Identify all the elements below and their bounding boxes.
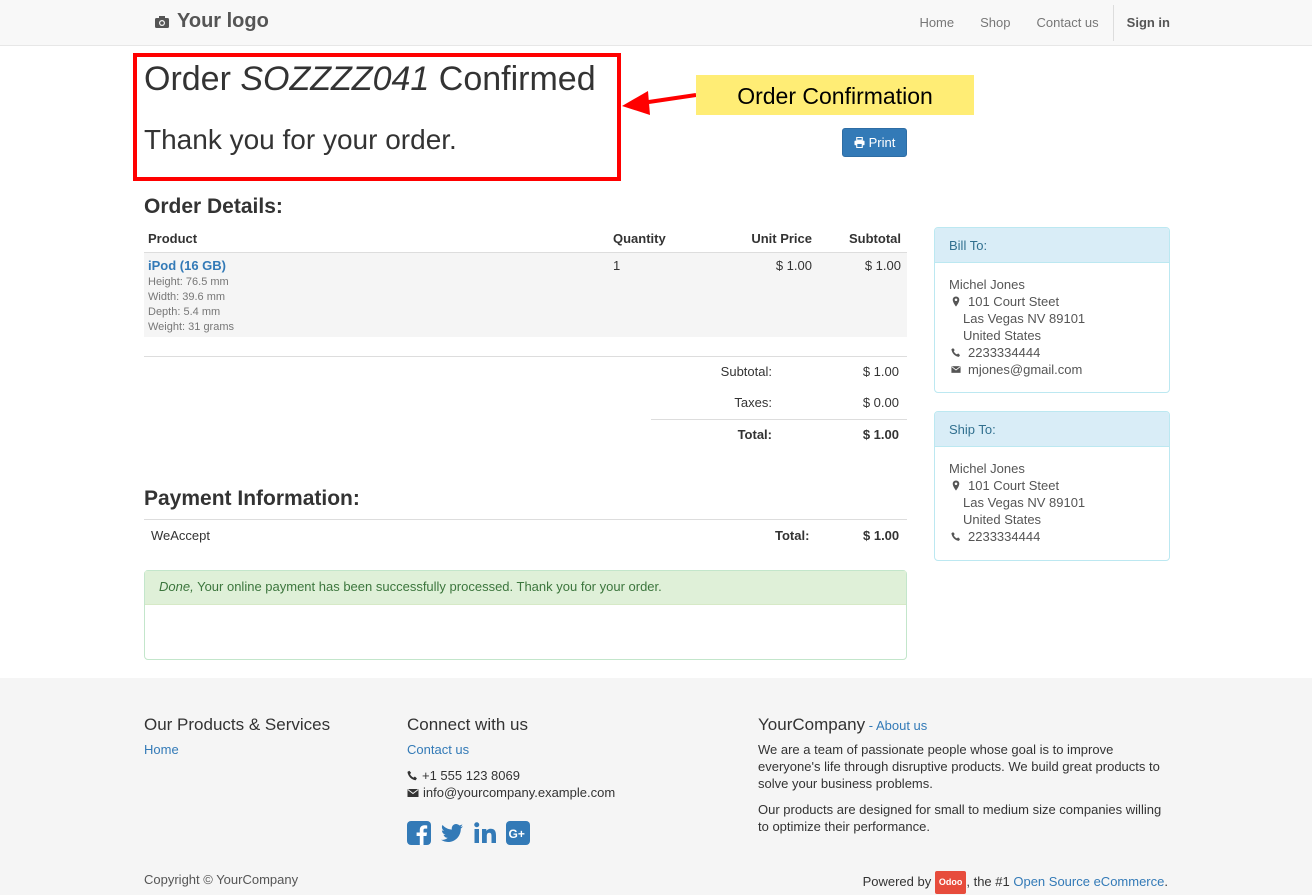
bill-to-street: 101 Court Steet: [968, 294, 1060, 309]
bill-to-email: mjones@gmail.com: [968, 362, 1083, 377]
payment-total-value: $ 1.00: [863, 528, 900, 543]
phone-icon: [949, 531, 963, 542]
print-label: Print: [868, 135, 896, 150]
footer-connect-heading: Connect with us: [407, 715, 528, 734]
bill-to-city: Las Vegas NV 89101: [963, 311, 1086, 326]
nav-menu: Home Shop Contact us Sign in: [906, 0, 1170, 45]
table-row: iPod (16 GB) Height: 76.5 mm Width: 39.6…: [144, 253, 907, 337]
print-button[interactable]: Print: [842, 128, 907, 157]
taxes-value: $ 0.00: [862, 395, 899, 410]
product-attribute: Width: 39.6 mm: [148, 291, 226, 303]
totals-divider: [144, 356, 907, 357]
bill-to-panel: Bill To: Michel Jones 101 Court Steet La…: [934, 227, 1170, 393]
envelope-icon: [407, 788, 419, 797]
annotation-arrow-icon: [622, 91, 697, 115]
camera-icon: [155, 15, 169, 28]
total-label: Total:: [737, 427, 772, 442]
order-table: Product Quantity Unit Price Subtotal iPo…: [144, 227, 907, 447]
nav-shop-link[interactable]: Shop: [967, 0, 1023, 45]
footer-about-separator: -: [865, 718, 876, 733]
linkedin-icon[interactable]: [473, 821, 497, 845]
ship-to-phone: 2233334444: [968, 529, 1041, 544]
phone-icon: [407, 770, 417, 781]
bill-to-phone: 2233334444: [968, 345, 1041, 360]
col-header-unit-price: Unit Price: [751, 231, 812, 246]
order-details-heading: Order Details:: [144, 195, 283, 218]
bill-to-heading: Bill To:: [935, 228, 1169, 263]
footer-home-link[interactable]: Home: [144, 741, 179, 758]
footer-company-desc-2: Our products are designed for small to m…: [758, 802, 1162, 834]
payment-method: WeAccept: [151, 528, 211, 543]
sign-in-link[interactable]: Sign in: [1114, 0, 1170, 45]
ship-to-heading: Ship To:: [935, 412, 1169, 447]
facebook-icon[interactable]: [407, 821, 431, 845]
payment-status-message: Done, Your online payment has been succe…: [145, 571, 906, 605]
col-header-product: Product: [148, 231, 198, 246]
map-marker-icon: [949, 296, 963, 307]
footer-company-name: YourCompany: [758, 715, 866, 734]
footer-products-heading: Our Products & Services: [144, 715, 331, 734]
open-source-ecommerce-link[interactable]: Open Source eCommerce: [1013, 874, 1164, 889]
payment-success-alert: Done, Your online payment has been succe…: [144, 570, 907, 660]
twitter-icon[interactable]: [440, 821, 464, 845]
product-attribute: Depth: 5.4 mm: [148, 306, 221, 318]
product-link[interactable]: iPod (16 GB): [148, 258, 226, 273]
nav-home-link[interactable]: Home: [906, 0, 967, 45]
footer-company-heading: YourCompany - About us: [758, 715, 927, 735]
bill-to-name: Michel Jones: [949, 277, 1025, 292]
social-links: G+: [407, 821, 530, 845]
subtotal-label: Subtotal:: [720, 364, 772, 379]
annotation-highlight-box: [133, 53, 621, 181]
footer-company-desc-1: We are a team of passionate people whose…: [758, 742, 1160, 791]
bill-to-address: Michel Jones 101 Court Steet Las Vegas N…: [935, 263, 1169, 391]
total-divider: [651, 419, 907, 420]
bill-to-country: United States: [963, 328, 1042, 343]
powered-end-text: .: [1164, 873, 1168, 889]
product-attribute: Weight: 31 grams: [148, 321, 235, 333]
printer-icon: [854, 137, 865, 148]
footer-copyright: Copyright © YourCompany: [144, 872, 299, 887]
payment-info-heading: Payment Information:: [144, 487, 360, 510]
ship-to-panel: Ship To: Michel Jones 101 Court Steet La…: [934, 411, 1170, 561]
product-subtotal: $ 1.00: [864, 258, 901, 273]
ship-to-country: United States: [963, 512, 1042, 527]
status-text: Your online payment has been successfull…: [197, 579, 662, 594]
product-unit-price: $ 1.00: [775, 258, 812, 273]
payment-total-label: Total:: [775, 528, 810, 543]
annotation-label: Order Confirmation: [696, 75, 974, 115]
site-logo[interactable]: Your logo: [153, 10, 269, 33]
footer-phone-text: +1 555 123 8069: [422, 768, 520, 783]
taxes-label: Taxes:: [734, 395, 772, 410]
odoo-logo[interactable]: Odoo: [934, 871, 967, 894]
product-attribute: Height: 76.5 mm: [148, 276, 229, 288]
top-navbar: Your logo Home Shop Contact us Sign in: [0, 0, 1312, 46]
ship-to-city: Las Vegas NV 89101: [963, 495, 1086, 510]
footer-powered-by: Powered by Odoo, the #1 Open Source eCom…: [863, 871, 1168, 894]
ship-to-address: Michel Jones 101 Court Steet Las Vegas N…: [935, 447, 1169, 558]
ship-to-street: 101 Court Steet: [968, 478, 1060, 493]
nav-contact-link[interactable]: Contact us: [1024, 0, 1112, 45]
col-header-subtotal: Subtotal: [849, 231, 901, 246]
footer-phone: +1 555 123 8069: [407, 767, 520, 784]
total-value: $ 1.00: [862, 427, 899, 442]
google-plus-icon[interactable]: G+: [506, 821, 530, 845]
footer-email: info@yourcompany.example.com: [407, 784, 615, 801]
col-header-quantity: Quantity: [613, 231, 666, 246]
phone-icon: [949, 347, 963, 358]
payment-divider: [144, 519, 907, 520]
powered-mid-text: , the #1: [966, 873, 1010, 889]
svg-text:G+: G+: [509, 827, 525, 841]
site-footer: Our Products & Services Home Connect wit…: [0, 678, 1312, 895]
footer-about-link[interactable]: About us: [876, 718, 927, 733]
envelope-icon: [949, 364, 963, 375]
status-done: Done,: [159, 579, 194, 594]
footer-contact-link[interactable]: Contact us: [407, 741, 469, 758]
logo-text: Your logo: [177, 10, 269, 32]
map-marker-icon: [949, 480, 963, 491]
product-quantity: 1: [613, 258, 621, 273]
powered-by-text: Powered by: [862, 873, 932, 889]
ship-to-name: Michel Jones: [949, 461, 1025, 476]
footer-email-text: info@yourcompany.example.com: [423, 785, 616, 800]
subtotal-value: $ 1.00: [862, 364, 899, 379]
